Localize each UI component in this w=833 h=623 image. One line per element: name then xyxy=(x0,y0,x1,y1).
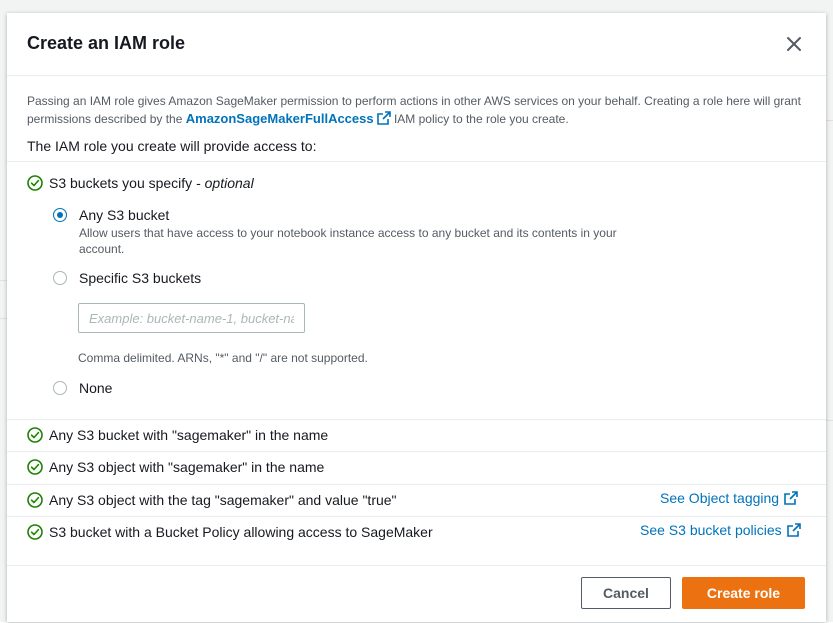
section-divider xyxy=(7,516,826,517)
create-role-button[interactable]: Create role xyxy=(682,577,805,609)
input-hint: Comma delimited. ARNs, "*" and "/" are n… xyxy=(78,351,368,365)
backdrop-divider xyxy=(0,280,7,281)
policy-link-label: AmazonSageMakerFullAccess xyxy=(185,111,374,126)
access-heading: The IAM role you create will provide acc… xyxy=(27,138,317,154)
access-item-label: Any S3 object with the tag "sagemaker" a… xyxy=(49,492,397,508)
access-item: S3 bucket with a Bucket Policy allowing … xyxy=(27,522,433,542)
access-item-label: S3 bucket with a Bucket Policy allowing … xyxy=(49,524,433,540)
access-item: Any S3 object with "sagemaker" in the na… xyxy=(27,457,324,477)
external-link-icon xyxy=(786,523,801,537)
s3-buckets-specify-item: S3 buckets you specify - optional xyxy=(27,173,254,193)
backdrop-divider xyxy=(826,120,833,121)
create-iam-role-dialog: Create an IAM role Passing an IAM role g… xyxy=(7,13,826,622)
full-access-policy-link[interactable]: AmazonSageMakerFullAccess xyxy=(186,111,391,126)
access-item-label: Any S3 object with "sagemaker" in the na… xyxy=(49,459,325,475)
access-item-label: Any S3 bucket with "sagemaker" in the na… xyxy=(49,427,329,443)
radio-description: Allow users that have access to your not… xyxy=(79,226,617,256)
section-divider xyxy=(7,161,826,162)
dialog-title: Create an IAM role xyxy=(27,33,186,53)
radio-button[interactable] xyxy=(53,381,67,395)
dialog-header: Create an IAM role xyxy=(7,13,826,76)
access-item: Any S3 bucket with "sagemaker" in the na… xyxy=(27,425,328,445)
optional-label: optional xyxy=(204,175,254,191)
radio-label: Specific S3 buckets xyxy=(79,270,202,286)
bucket-policies-link[interactable]: See S3 bucket policies xyxy=(640,522,801,538)
radio-button-selected[interactable] xyxy=(53,208,67,222)
radio-label: None xyxy=(79,380,113,396)
object-tagging-link-label: See Object tagging xyxy=(660,490,780,506)
radio-button[interactable] xyxy=(53,271,67,285)
section-divider xyxy=(7,484,826,485)
dialog-description: Passing an IAM role gives Amazon SageMak… xyxy=(27,93,807,128)
dialog-footer: Cancel Create role xyxy=(7,565,826,623)
backdrop-divider xyxy=(826,420,833,421)
bucket-policies-link-label: See S3 bucket policies xyxy=(640,522,782,538)
check-circle-icon xyxy=(27,427,43,443)
external-link-icon xyxy=(784,491,798,505)
radio-label: Any S3 bucket xyxy=(79,207,170,223)
intro-text-end: IAM policy to the role you create. xyxy=(390,112,569,126)
check-circle-icon xyxy=(27,175,43,191)
external-link-icon xyxy=(376,111,391,125)
section-divider xyxy=(7,419,826,420)
object-tagging-link[interactable]: See Object tagging xyxy=(660,490,798,506)
bucket-names-input[interactable] xyxy=(78,303,305,333)
access-item: Any S3 object with the tag "sagemaker" a… xyxy=(27,490,397,510)
check-circle-icon xyxy=(27,492,43,508)
check-circle-icon xyxy=(27,524,43,540)
check-circle-icon xyxy=(27,459,43,475)
backdrop-divider xyxy=(0,318,7,319)
cancel-button[interactable]: Cancel xyxy=(581,577,671,609)
section-divider xyxy=(7,451,826,452)
s3-buckets-label: S3 buckets you specify - xyxy=(49,175,205,191)
close-icon[interactable] xyxy=(783,33,805,55)
